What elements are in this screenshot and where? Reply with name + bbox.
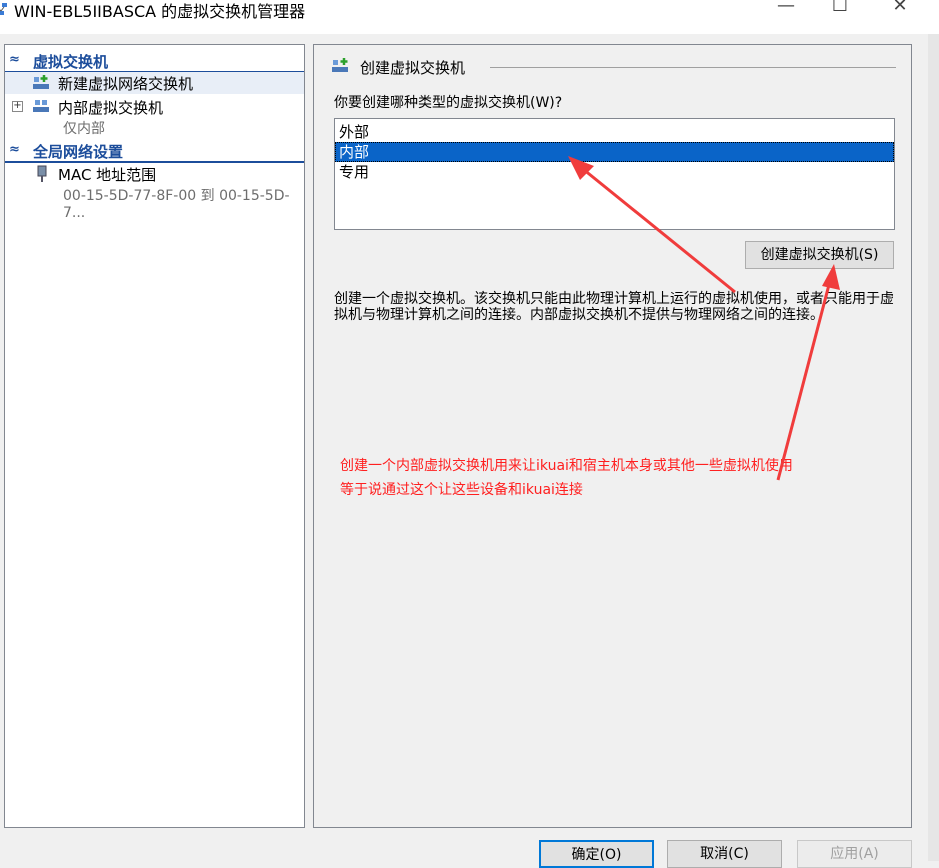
section-divider bbox=[490, 67, 896, 68]
section-title: 创建虚拟交换机 bbox=[360, 59, 466, 77]
nav-item-label: 内部虚拟交换机 bbox=[58, 99, 164, 117]
switch-type-question: 你要创建哪种类型的虚拟交换机(W)? bbox=[334, 95, 563, 111]
nav-item-label: MAC 地址范围 bbox=[58, 166, 157, 184]
new-switch-icon bbox=[332, 58, 348, 72]
switch-type-listbox[interactable]: 外部 内部 专用 bbox=[334, 118, 895, 230]
nav-item-new-switch[interactable]: 新建虚拟网络交换机 bbox=[5, 72, 304, 94]
nav-item-internal-switch[interactable]: + 内部虚拟交换机 bbox=[5, 96, 304, 118]
create-virtual-switch-button[interactable]: 创建虚拟交换机(S) bbox=[745, 241, 894, 269]
nav-item-label: 新建虚拟网络交换机 bbox=[58, 75, 194, 93]
nav-item-subtext: 00-15-5D-77-8F-00 到 00-15-5D-7... bbox=[63, 188, 290, 221]
create-switch-section-header: 创建虚拟交换机 bbox=[330, 57, 896, 77]
list-item-internal[interactable]: 内部 bbox=[335, 142, 894, 162]
mac-address-icon bbox=[37, 165, 47, 182]
minimize-button[interactable]: — bbox=[773, 0, 799, 18]
switch-type-description: 创建一个虚拟交换机。该交换机只能由此物理计算机上运行的虚拟机使用，或者只能用于虚… bbox=[334, 291, 894, 323]
new-switch-icon bbox=[33, 75, 49, 89]
network-app-icon bbox=[0, 3, 7, 15]
apply-button[interactable]: 应用(A) bbox=[797, 840, 912, 868]
collapse-chevron-icon[interactable]: ≈ bbox=[9, 142, 20, 157]
annotation-line: 等于说通过这个让这些设备和ikuai连接 bbox=[340, 482, 583, 498]
left-nav-panel: ≈ 虚拟交换机 新建虚拟网络交换机 + 内部虚拟交换机 仅内部 ≈ 全局网络设置… bbox=[4, 44, 305, 828]
section-title: 全局网络设置 bbox=[33, 143, 124, 161]
annotation-text: 创建一个内部虚拟交换机用来让ikuai和宿主机本身或其他一些虚拟机使用 等于说通… bbox=[340, 454, 793, 502]
details-panel: 创建虚拟交换机 你要创建哪种类型的虚拟交换机(W)? 外部 内部 专用 创建虚拟… bbox=[313, 44, 912, 828]
nav-item-subtext: 仅内部 bbox=[63, 121, 105, 137]
section-title: 虚拟交换机 bbox=[33, 53, 109, 71]
section-header-global-network[interactable]: ≈ 全局网络设置 bbox=[5, 141, 304, 163]
section-header-virtual-switches[interactable]: ≈ 虚拟交换机 bbox=[5, 51, 304, 73]
maximize-button[interactable]: ☐ bbox=[827, 0, 853, 18]
annotation-line: 创建一个内部虚拟交换机用来让ikuai和宿主机本身或其他一些虚拟机使用 bbox=[340, 458, 793, 474]
switch-icon bbox=[33, 100, 49, 112]
close-button[interactable]: ✕ bbox=[887, 0, 913, 18]
nav-item-mac-range[interactable]: MAC 地址范围 bbox=[5, 163, 304, 185]
list-item-private[interactable]: 专用 bbox=[335, 162, 894, 182]
list-item-external[interactable]: 外部 bbox=[335, 122, 894, 142]
cancel-button[interactable]: 取消(C) bbox=[667, 840, 782, 868]
window-title: WIN-EBL5IIBASCA 的虚拟交换机管理器 bbox=[14, 2, 306, 21]
expand-plus-icon[interactable]: + bbox=[12, 101, 23, 112]
title-bar: WIN-EBL5IIBASCA 的虚拟交换机管理器 — ☐ ✕ bbox=[0, 0, 939, 34]
collapse-chevron-icon[interactable]: ≈ bbox=[9, 52, 20, 67]
background-window-edge bbox=[928, 34, 939, 861]
ok-button[interactable]: 确定(O) bbox=[539, 840, 654, 868]
